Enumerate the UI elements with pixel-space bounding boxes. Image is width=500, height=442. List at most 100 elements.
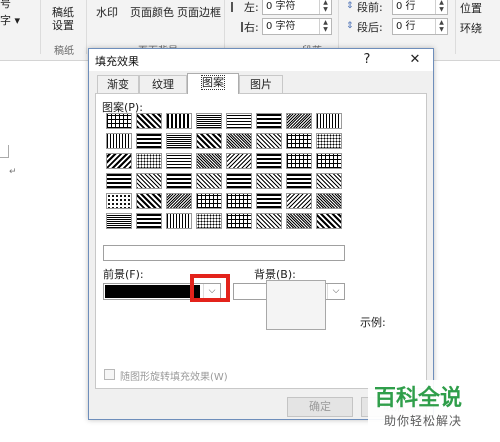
pattern-swatch[interactable] <box>166 173 192 189</box>
dialog-title: 填充效果 <box>95 55 139 68</box>
pattern-swatch[interactable] <box>166 153 192 169</box>
tab-pattern-label: 图案 <box>201 75 225 90</box>
pattern-swatch[interactable] <box>196 113 222 129</box>
pattern-swatch[interactable] <box>286 133 312 149</box>
pattern-swatch[interactable] <box>226 193 252 209</box>
fill-effects-dialog: 填充效果 ? ✕ 渐变 纹理 图案 图片 图案(P): 前景(F): 背景(B)… <box>88 48 434 420</box>
pattern-swatch[interactable] <box>136 213 162 229</box>
pattern-swatch[interactable] <box>136 193 162 209</box>
pattern-swatch[interactable] <box>106 153 132 169</box>
pattern-swatch[interactable] <box>196 133 222 149</box>
pattern-swatch[interactable] <box>286 213 312 229</box>
pattern-swatch[interactable] <box>286 153 312 169</box>
indent-left-value: 0 字符 <box>266 1 296 12</box>
position-button[interactable]: 位置 <box>460 2 482 15</box>
help-button[interactable]: ? <box>355 50 379 70</box>
wrap-text-button[interactable]: 环绕 <box>460 22 482 35</box>
spinner-arrows-icon[interactable]: ▲ ▼ <box>319 19 331 34</box>
spacing-after-icon: ⇕ <box>346 21 354 31</box>
paper-group-label: 稿纸 <box>54 46 74 57</box>
watermark-title: 百科全说 <box>374 386 463 411</box>
pattern-swatch[interactable] <box>226 173 252 189</box>
watermark-subtitle: 助你轻松解决 <box>384 414 463 428</box>
ribbon-partial-mid[interactable]: 字 ▾ <box>0 14 20 27</box>
pattern-swatch[interactable] <box>226 113 252 129</box>
spacing-after-field[interactable]: 0 行 ▲ ▼ <box>392 18 448 35</box>
watermark-button[interactable]: 水印 <box>96 6 118 19</box>
chevron-down-icon[interactable]: ⌵ <box>327 284 344 299</box>
close-icon[interactable]: ✕ <box>403 50 427 70</box>
pattern-swatch[interactable] <box>196 193 222 209</box>
ok-button[interactable]: 确定 <box>287 397 353 417</box>
pattern-swatch[interactable] <box>316 113 342 129</box>
pattern-swatch[interactable] <box>256 213 282 229</box>
pattern-swatch[interactable] <box>316 153 342 169</box>
sample-label: 示例: <box>360 316 386 329</box>
indent-right-value: 0 字符 <box>266 21 296 32</box>
pattern-swatch[interactable] <box>196 213 222 229</box>
pattern-swatch[interactable] <box>106 193 132 209</box>
pattern-swatch[interactable] <box>106 173 132 189</box>
foreground-label: 前景(F): <box>103 268 144 281</box>
highlight-box <box>190 274 230 302</box>
pattern-swatch[interactable] <box>226 153 252 169</box>
pattern-swatch[interactable] <box>106 133 132 149</box>
page-corner-mark <box>0 145 9 158</box>
pattern-swatch[interactable] <box>166 193 192 209</box>
pattern-swatch[interactable] <box>136 173 162 189</box>
pattern-swatch[interactable] <box>196 173 222 189</box>
pattern-swatch[interactable] <box>166 133 192 149</box>
spinner-arrows-icon[interactable]: ▲ ▼ <box>319 0 331 14</box>
pattern-grid <box>106 113 346 235</box>
pattern-swatch[interactable] <box>256 113 282 129</box>
indent-right-label: 右: <box>244 21 259 34</box>
indent-left-field[interactable]: 0 字符 ▲ ▼ <box>262 0 332 15</box>
ribbon-partial-top: 号 <box>0 0 11 10</box>
paper-setup-button[interactable]: 稿纸 设置 <box>52 6 74 32</box>
spacing-after-value: 0 行 <box>396 21 416 32</box>
pattern-swatch[interactable] <box>316 213 342 229</box>
pattern-name-box <box>103 245 345 261</box>
pattern-swatch[interactable] <box>286 113 312 129</box>
spinner-arrows-icon[interactable]: ▲ ▼ <box>435 19 447 34</box>
dialog-titlebar[interactable]: 填充效果 ? ✕ <box>89 49 433 71</box>
tab-gradient[interactable]: 渐变 <box>97 75 139 93</box>
pattern-swatch[interactable] <box>196 153 222 169</box>
pattern-swatch[interactable] <box>316 133 342 149</box>
indent-right-field[interactable]: 0 字符 ▲ ▼ <box>262 18 332 35</box>
page-color-button[interactable]: 页面颜色 <box>130 6 174 19</box>
pattern-swatch[interactable] <box>226 213 252 229</box>
pattern-swatch[interactable] <box>256 173 282 189</box>
pattern-swatch[interactable] <box>286 173 312 189</box>
pattern-swatch[interactable] <box>316 173 342 189</box>
pattern-swatch[interactable] <box>256 153 282 169</box>
pattern-swatch[interactable] <box>256 133 282 149</box>
pattern-swatch[interactable] <box>316 193 342 209</box>
pattern-swatch[interactable] <box>136 113 162 129</box>
indent-left-label: 左: <box>244 1 259 14</box>
spacing-after-label: 段后: <box>357 21 383 34</box>
tab-pattern[interactable]: 图案 <box>187 73 239 94</box>
spinner-arrows-icon[interactable]: ▲ ▼ <box>435 0 447 14</box>
pattern-swatch[interactable] <box>166 113 192 129</box>
page-border-button[interactable]: 页面边框 <box>177 6 221 19</box>
pattern-swatch[interactable] <box>226 133 252 149</box>
ribbon-separator <box>40 0 41 54</box>
pattern-swatch[interactable] <box>166 213 192 229</box>
pattern-swatch[interactable] <box>106 213 132 229</box>
spacing-before-icon: ⇕ <box>346 1 354 11</box>
pattern-swatch[interactable] <box>136 153 162 169</box>
pattern-swatch[interactable] <box>286 193 312 209</box>
indent-right-icon <box>231 22 243 32</box>
pattern-swatch[interactable] <box>106 113 132 129</box>
ribbon-separator <box>455 0 456 54</box>
site-watermark: 百科全说 助你轻松解决 <box>368 380 500 442</box>
rotate-checkbox[interactable] <box>104 369 115 380</box>
pattern-swatch[interactable] <box>256 193 282 209</box>
spacing-before-field[interactable]: 0 行 ▲ ▼ <box>392 0 448 15</box>
tab-picture[interactable]: 图片 <box>239 75 283 93</box>
ribbon-separator <box>86 0 87 54</box>
tab-texture[interactable]: 纹理 <box>139 75 187 93</box>
pattern-swatch[interactable] <box>136 133 162 149</box>
ribbon-separator <box>224 0 225 54</box>
